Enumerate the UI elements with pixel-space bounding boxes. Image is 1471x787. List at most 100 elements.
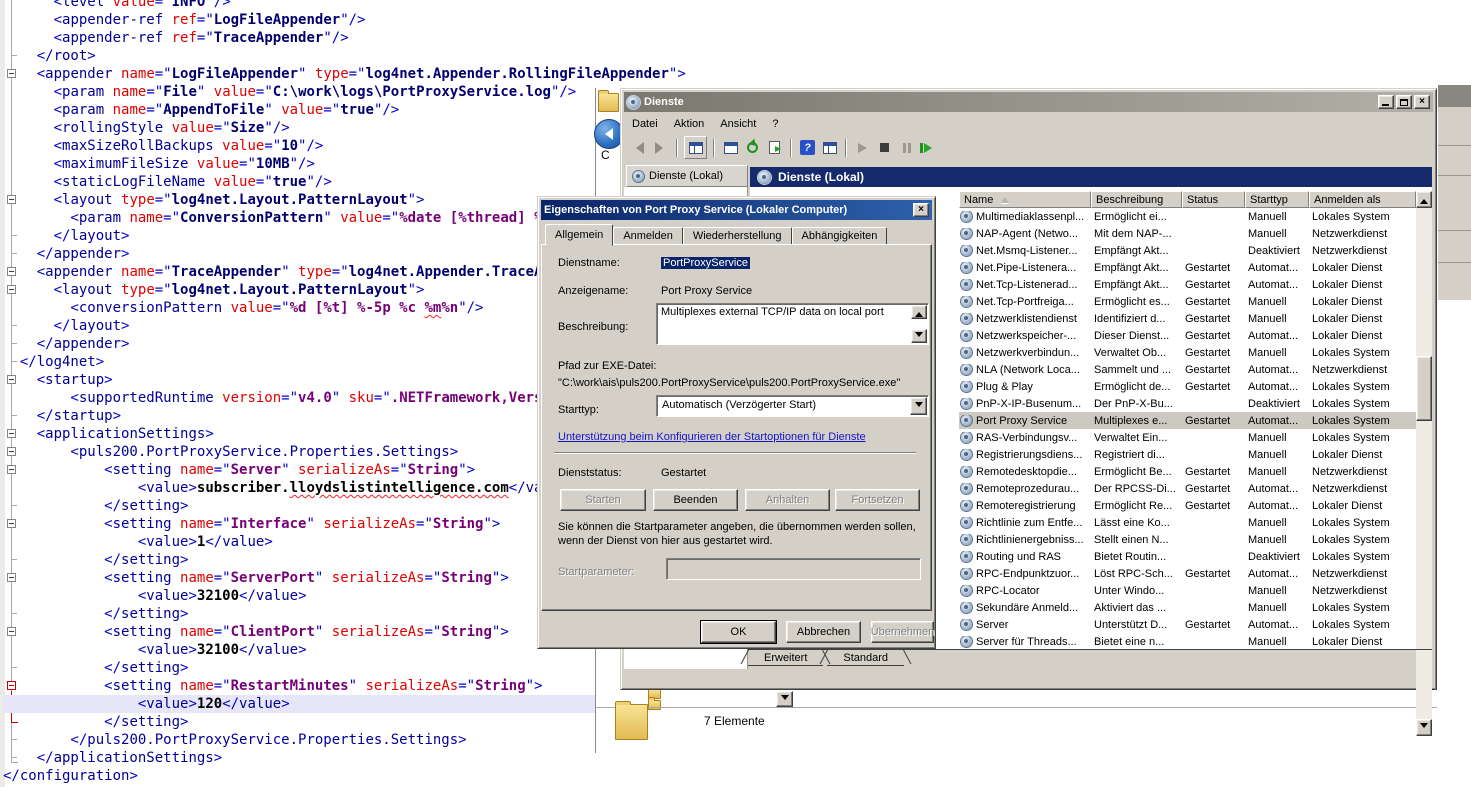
properties-button[interactable]	[721, 138, 740, 157]
service-row[interactable]: Net.Tcp-Listenerad...Empfängt Akt...Gest…	[959, 276, 1416, 293]
services-window-title: Dienste	[644, 96, 684, 108]
service-cell: Registriert di...	[1091, 449, 1182, 461]
service-row[interactable]: Plug & PlayErmöglicht de...GestartetAuto…	[959, 378, 1416, 395]
stop-service-button[interactable]	[875, 138, 894, 157]
menu-item-datei[interactable]: Datei	[624, 115, 666, 133]
restart-service-button[interactable]	[919, 138, 938, 157]
service-row[interactable]: Richtlinie zum Entfe...Lässt eine Ko...M…	[959, 514, 1416, 531]
service-cell: Verwaltet Ob...	[1091, 347, 1182, 359]
service-row[interactable]: RemoteregistrierungErmöglicht Re...Gesta…	[959, 497, 1416, 514]
starttyp-combobox[interactable]: Automatisch (Verzögerter Start)	[656, 395, 929, 417]
service-cell: Empfängt Akt...	[1091, 262, 1182, 274]
service-cell: Bietet eine n...	[1091, 636, 1182, 648]
service-row[interactable]: RPC-LocatorUnter Windo...ManuellNetzwerk…	[959, 582, 1416, 599]
service-row[interactable]: Port Proxy ServiceMultiplexes e...Gestar…	[959, 412, 1416, 429]
code-line: <puls200.PortProxyService.Properties.Set…	[3, 443, 595, 461]
dialog-titlebar[interactable]: Eigenschaften von Port Proxy Service (Lo…	[541, 200, 932, 220]
column-header-anmeldenals[interactable]: Anmelden als	[1309, 191, 1416, 208]
service-cell: Aktiviert das ...	[1091, 602, 1182, 614]
xml-editor[interactable]: <level value="INFO"/> <appender-ref ref=…	[0, 0, 600, 787]
view-tab-standard[interactable]: Standard	[827, 650, 904, 666]
scroll-up-button[interactable]	[1416, 191, 1432, 208]
dropdown-button[interactable]	[776, 691, 793, 707]
service-row[interactable]: NLA (Network Loca...Sammelt und ...Gesta…	[959, 361, 1416, 378]
column-header-starttyp[interactable]: Starttyp	[1245, 191, 1309, 208]
service-row[interactable]: RAS-Verbindungsv...Verwaltet Ein...Manue…	[959, 429, 1416, 446]
dienstname-value[interactable]: PortProxyService	[661, 257, 750, 269]
tab-wiederherstellung[interactable]: Wiederherstellung	[683, 227, 792, 245]
back-button[interactable]	[629, 138, 648, 157]
scroll-down-button[interactable]	[911, 329, 927, 343]
service-row[interactable]: Multimediaklassenpl...Ermöglicht ei...Ma…	[959, 208, 1416, 225]
close-button[interactable]: ×	[1414, 95, 1430, 109]
service-row[interactable]: NetzwerklistendienstIdentifiziert d...Ge…	[959, 310, 1416, 327]
service-row[interactable]: ServerUnterstützt D...GestartetAutomat..…	[959, 616, 1416, 633]
tab-allgemein[interactable]: Allgemein	[545, 224, 613, 246]
pfad-label: Pfad zur EXE-Datei:	[558, 360, 656, 372]
services-titlebar[interactable]: Dienste ×	[624, 92, 1433, 112]
service-row[interactable]: Remotedesktopdie...Ermöglicht Be...Gesta…	[959, 463, 1416, 480]
background-window-edge	[1437, 85, 1471, 300]
beschreibung-textarea[interactable]: Multiplexes external TCP/IP data on loca…	[656, 303, 929, 345]
startoptions-help-link[interactable]: Unterstützung beim Konfigurieren der Sta…	[558, 431, 866, 443]
code-line: </setting>	[3, 605, 595, 623]
code-line: </setting>	[3, 659, 595, 677]
service-cell: Verwaltet Ein...	[1091, 432, 1182, 444]
service-row[interactable]: Remoteprozedurau...Der RPCSS-Di...Gestar…	[959, 480, 1416, 497]
code-line: <value>32100</value>	[3, 641, 595, 659]
service-row[interactable]: NAP-Agent (Netwo...Mit dem NAP-...Manuel…	[959, 225, 1416, 242]
service-row[interactable]: Routing und RASBietet Routin...Deaktivie…	[959, 548, 1416, 565]
service-cell: Lokaler Dienst	[1309, 313, 1416, 325]
refresh-button[interactable]	[743, 138, 762, 157]
code-area[interactable]: <level value="INFO"/> <appender-ref ref=…	[3, 0, 595, 785]
close-button[interactable]: ×	[913, 203, 929, 217]
service-row[interactable]: RPC-Endpunktzuor...Löst RPC-Sch...Gestar…	[959, 565, 1416, 582]
service-name-cell: Sekundäre Anmeld...	[959, 602, 1091, 614]
service-row[interactable]: Net.Msmq-Listener...Empfängt Akt...Deakt…	[959, 242, 1416, 259]
menu-item-aktion[interactable]: Aktion	[666, 115, 713, 133]
forward-button[interactable]	[651, 138, 670, 157]
service-cell: Automat...	[1245, 568, 1309, 580]
scroll-up-button[interactable]	[911, 305, 927, 319]
help-button[interactable]: ?	[798, 138, 817, 157]
minimize-icon	[1382, 104, 1389, 106]
show-console-tree-button[interactable]	[684, 136, 707, 159]
column-header-beschreibung[interactable]: Beschreibung	[1091, 191, 1182, 208]
tab-abhängigkeiten[interactable]: Abhängigkeiten	[792, 227, 888, 245]
taskpad-button[interactable]	[820, 138, 839, 157]
minimize-button[interactable]	[1378, 95, 1394, 109]
service-row[interactable]: Netzwerkverbindun...Verwaltet Ob...Gesta…	[959, 344, 1416, 361]
service-gear-icon	[961, 602, 972, 613]
button-beenden[interactable]: Beenden	[653, 489, 738, 511]
column-header-name[interactable]: Name	[959, 191, 1091, 208]
view-tab-erweitert[interactable]: Erweitert	[748, 650, 823, 666]
scope-tab-dienste-lokal[interactable]: Dienste (Lokal)	[626, 165, 748, 187]
export-list-button[interactable]	[765, 138, 784, 157]
service-row[interactable]: PnP-X-IP-Busenum...Der PnP-X-Bu...Deakti…	[959, 395, 1416, 412]
service-row[interactable]: Netzwerkspeicher-...Dieser Dienst...Gest…	[959, 327, 1416, 344]
maximize-button[interactable]	[1396, 95, 1412, 109]
combo-dropdown-button[interactable]	[910, 397, 927, 415]
tab-anmelden[interactable]: Anmelden	[613, 227, 683, 245]
service-row[interactable]: Richtlinienergebniss...Stellt einen N...…	[959, 531, 1416, 548]
service-cell: Unter Windo...	[1091, 585, 1182, 597]
service-row[interactable]: Server für Threads...Bietet eine n...Man…	[959, 633, 1416, 650]
scrollbar-thumb[interactable]	[1416, 356, 1432, 421]
service-cell: Manuell	[1245, 602, 1309, 614]
menu-item-ansicht[interactable]: Ansicht	[712, 115, 764, 133]
service-cell: Lokales System	[1309, 602, 1416, 614]
service-row[interactable]: Registrierungsdiens...Registriert di...M…	[959, 446, 1416, 463]
service-cell: Ermöglicht Be...	[1091, 466, 1182, 478]
column-header-status[interactable]: Status	[1182, 191, 1245, 208]
service-name-cell: Multimediaklassenpl...	[959, 211, 1091, 223]
code-line: <staticLogFileName value="true"/>	[3, 173, 595, 191]
service-row[interactable]: Net.Tcp-Portfreiga...Ermöglicht es...Ges…	[959, 293, 1416, 310]
scroll-down-button[interactable]	[1416, 719, 1432, 736]
button-ok[interactable]: OK	[701, 621, 776, 643]
button-übernehmen: Übernehmen	[871, 621, 934, 643]
service-row[interactable]: Net.Pipe-Listenera...Empfängt Akt...Gest…	[959, 259, 1416, 276]
service-row[interactable]: Sekundäre Anmeld...Aktiviert das ... Manu…	[959, 599, 1416, 616]
menu-item-help[interactable]: ?	[764, 115, 786, 133]
service-gear-icon	[961, 330, 972, 341]
button-abbrechen[interactable]: Abbrechen	[786, 621, 861, 643]
